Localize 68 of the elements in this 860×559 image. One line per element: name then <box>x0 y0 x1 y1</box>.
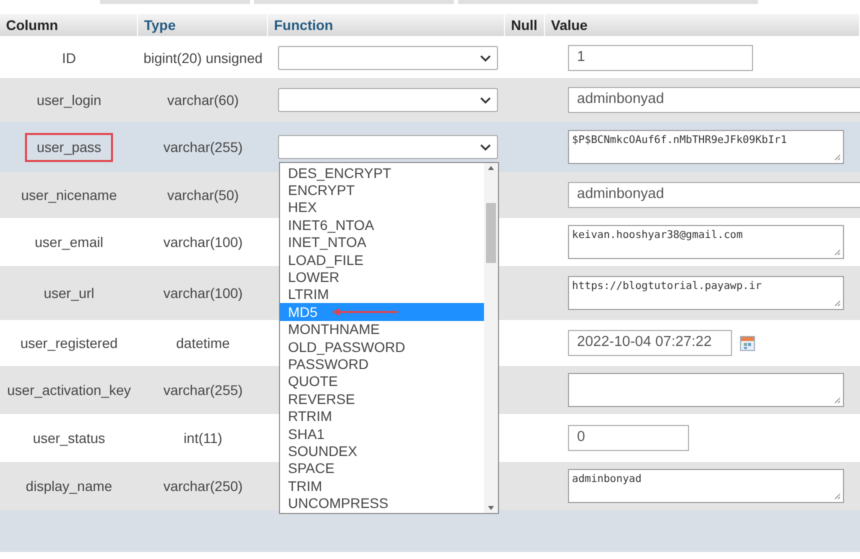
value-input[interactable]: adminbonyad <box>568 87 860 113</box>
value-textarea[interactable]: $P$BCNmkcOAuf6f.nMbTHR9eJFk09KbIr1 <box>568 130 844 164</box>
dropdown-option[interactable]: MONTHNAME <box>280 320 484 338</box>
column-name: user_email <box>34 232 104 252</box>
resize-grip-icon[interactable] <box>834 154 841 161</box>
calendar-icon[interactable] <box>740 336 755 350</box>
column-name: user_nicename <box>21 186 117 205</box>
resize-grip-icon[interactable] <box>834 300 841 307</box>
chevron-down-icon <box>480 54 491 62</box>
value-input[interactable]: 0 <box>568 425 689 451</box>
dropdown-option[interactable]: LTRIM <box>280 286 484 304</box>
dropdown-option[interactable]: LOWER <box>280 268 484 286</box>
column-type: varchar(100) <box>163 232 243 252</box>
dropdown-option[interactable]: SOUNDEX <box>280 442 484 460</box>
dropdown-option[interactable]: PASSWORD <box>280 355 484 373</box>
column-header: Column <box>6 16 58 34</box>
dropdown-option[interactable]: INET_NTOA <box>280 234 484 251</box>
dropdown-option[interactable]: HEX <box>280 198 484 216</box>
column-header: Null <box>511 16 538 34</box>
column-name: ID <box>62 48 76 68</box>
dropdown-option[interactable]: REVERSE <box>280 390 484 408</box>
resize-grip-icon[interactable] <box>834 249 841 256</box>
value-textarea[interactable]: keivan.hooshyar38@gmail.com <box>568 225 844 259</box>
dropdown-option[interactable]: LOAD_FILE <box>280 250 484 268</box>
column-type: varchar(60) <box>167 90 239 110</box>
dropdown-option[interactable]: OLD_PASSWORD <box>280 338 484 356</box>
column-name: user_login <box>36 90 102 110</box>
resize-grip-icon[interactable] <box>834 397 841 404</box>
value-input[interactable]: adminbonyad <box>568 182 860 208</box>
column-name: display_name <box>26 476 112 496</box>
scrollbar[interactable] <box>484 163 498 513</box>
value-input[interactable]: 1 <box>568 45 753 71</box>
column-name: user_registered <box>20 334 118 353</box>
column-name: user_activation_key <box>7 380 131 400</box>
column-header[interactable]: Function <box>274 14 334 36</box>
chevron-down-icon <box>480 96 491 104</box>
dropdown-option[interactable]: ENCRYPT <box>280 181 484 199</box>
dropdown-option[interactable]: DES_ENCRYPT <box>280 164 484 182</box>
scrollbar-thumb[interactable] <box>486 203 496 263</box>
column-name: user_pass <box>24 132 114 162</box>
column-type: int(11) <box>184 428 222 448</box>
dropdown-option[interactable]: UNCOMPRESS <box>280 494 484 512</box>
function-select[interactable] <box>278 88 498 112</box>
column-header[interactable]: Type <box>144 14 176 36</box>
dropdown-option[interactable]: TRIM <box>280 477 484 494</box>
column-type: varchar(255) <box>163 138 243 157</box>
dropdown-option[interactable]: SPACE <box>280 460 484 478</box>
dropdown-option[interactable]: SHA1 <box>280 424 484 442</box>
dropdown-option[interactable]: INET6_NTOA <box>280 216 484 234</box>
value-textarea[interactable] <box>568 373 844 407</box>
dropdown-option[interactable]: RTRIM <box>280 407 484 425</box>
column-header: Value <box>551 16 588 34</box>
function-select[interactable] <box>278 135 498 159</box>
column-type: datetime <box>176 334 230 352</box>
resize-grip-icon[interactable] <box>834 493 841 500</box>
value-textarea[interactable]: adminbonyad <box>568 469 844 503</box>
column-type: varchar(100) <box>163 284 243 303</box>
function-select[interactable] <box>278 46 498 70</box>
column-type: varchar(50) <box>167 186 239 205</box>
column-name: user_status <box>32 428 106 448</box>
value-input[interactable]: 2022-10-04 07:27:22 <box>568 330 732 356</box>
dropdown-option[interactable]: QUOTE <box>280 372 484 390</box>
column-type: varchar(255) <box>163 380 243 400</box>
column-type: bigint(20) unsigned <box>143 48 263 68</box>
column-type: varchar(250) <box>163 476 243 496</box>
column-name: user_url <box>44 284 94 303</box>
value-textarea[interactable]: https://blogtutorial.payawp.ir <box>568 276 844 310</box>
chevron-down-icon <box>480 144 491 150</box>
